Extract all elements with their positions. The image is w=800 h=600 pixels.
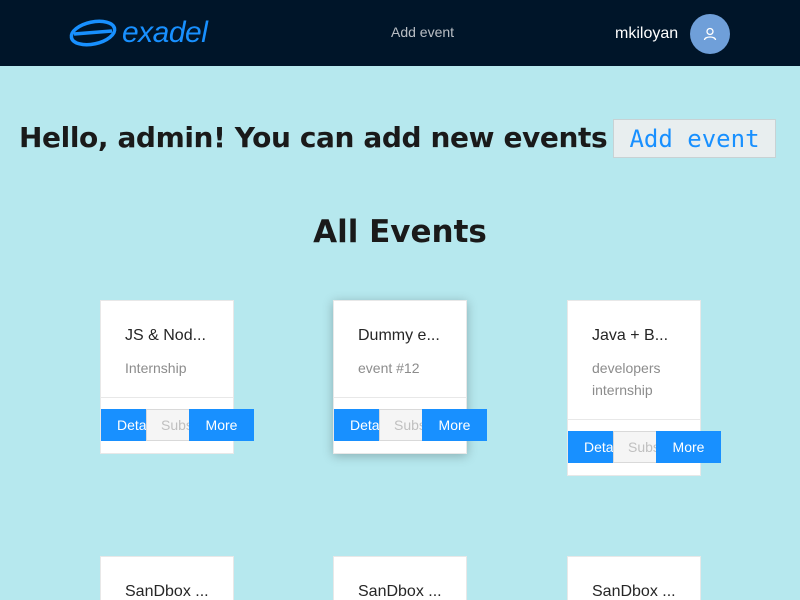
details-button[interactable]: Details <box>334 409 384 441</box>
event-card-title[interactable]: Java + B... <box>592 327 668 345</box>
event-card-title[interactable]: SanDbox ... <box>358 583 442 600</box>
event-card[interactable]: Dummy e... event #12 Details Subscribe M… <box>333 300 487 454</box>
event-card[interactable]: JS & Nod... Internship Details Subscribe… <box>100 300 254 454</box>
card-divider <box>568 419 700 420</box>
event-card-title[interactable]: Dummy e... <box>358 327 440 345</box>
event-card[interactable]: SanDbox ... <box>567 556 701 600</box>
details-button[interactable]: Details <box>568 431 618 463</box>
card-actions: Details Subscribe More <box>334 409 494 441</box>
card-divider <box>334 397 466 398</box>
more-button[interactable]: More <box>656 431 721 463</box>
exadel-logo-icon <box>69 19 117 47</box>
event-card-title[interactable]: JS & Nod... <box>125 327 206 345</box>
add-event-button[interactable]: Add event <box>613 119 776 158</box>
admin-greeting: Hello, admin! You can add new events her… <box>19 121 698 154</box>
more-button[interactable]: More <box>189 409 254 441</box>
logo-text: exadel <box>122 16 208 49</box>
card-actions: Details Subscribe More <box>568 431 728 463</box>
top-navbar: exadel Add event mkiloyan <box>0 0 800 66</box>
event-card[interactable]: SanDbox ... <box>333 556 467 600</box>
event-card-title[interactable]: SanDbox ... <box>125 583 209 600</box>
card-divider <box>101 397 233 398</box>
event-card[interactable]: Java + B... developers internship Detail… <box>567 300 721 476</box>
user-icon <box>703 27 717 41</box>
details-button[interactable]: Details <box>101 409 151 441</box>
user-avatar[interactable] <box>690 14 730 54</box>
subscribe-button[interactable]: Subscribe <box>613 431 661 463</box>
exadel-logo[interactable]: exadel <box>68 15 208 51</box>
subscribe-button[interactable]: Subscribe <box>146 409 194 441</box>
event-card-description: Internship <box>125 360 187 376</box>
username[interactable]: mkiloyan <box>615 25 678 43</box>
card-actions: Details Subscribe More <box>101 409 261 441</box>
event-card-title[interactable]: SanDbox ... <box>592 583 676 600</box>
event-card-description: event #12 <box>358 360 420 376</box>
nav-add-event-link[interactable]: Add event <box>391 24 454 40</box>
event-card-description: developers internship <box>592 360 661 398</box>
subscribe-button[interactable]: Subscribe <box>379 409 427 441</box>
event-card[interactable]: SanDbox ... <box>100 556 234 600</box>
more-button[interactable]: More <box>422 409 487 441</box>
all-events-title: All Events <box>313 214 487 250</box>
